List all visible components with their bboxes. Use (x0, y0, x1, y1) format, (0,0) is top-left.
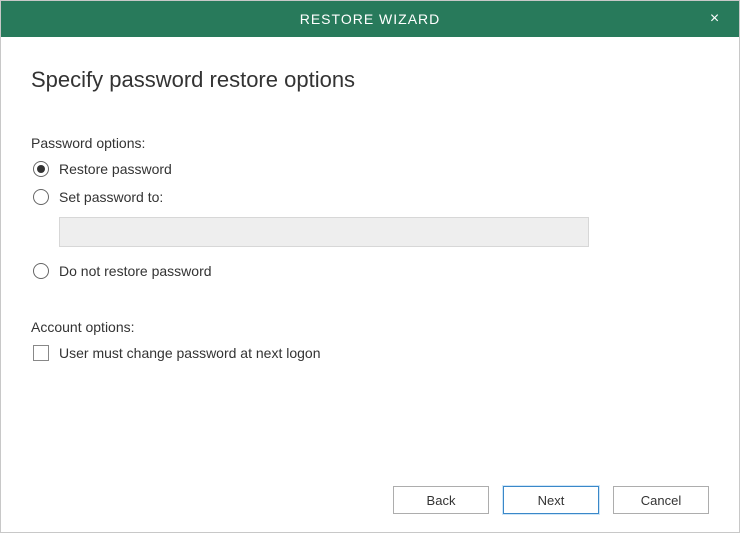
radio-set-password-to[interactable]: Set password to: (31, 189, 709, 205)
close-button[interactable]: × (691, 1, 739, 37)
account-options-section: Account options: User must change passwo… (31, 319, 709, 361)
set-password-input[interactable] (59, 217, 589, 247)
radio-label: Set password to: (59, 189, 163, 205)
radio-do-not-restore-password[interactable]: Do not restore password (31, 263, 709, 279)
radio-restore-password[interactable]: Restore password (31, 161, 709, 177)
radio-icon (33, 263, 49, 279)
checkbox-user-must-change-password[interactable]: User must change password at next logon (31, 345, 709, 361)
radio-label: Do not restore password (59, 263, 212, 279)
footer: Back Next Cancel (1, 474, 739, 532)
page-heading: Specify password restore options (31, 67, 709, 93)
restore-wizard-dialog: RESTORE WIZARD × Specify password restor… (0, 0, 740, 533)
radio-icon (33, 189, 49, 205)
cancel-button[interactable]: Cancel (613, 486, 709, 514)
close-icon: × (710, 10, 720, 28)
password-options-label: Password options: (31, 135, 709, 151)
titlebar: RESTORE WIZARD × (1, 1, 739, 37)
content-area: Specify password restore options Passwor… (1, 37, 739, 474)
window-title: RESTORE WIZARD (300, 11, 441, 27)
radio-icon (33, 161, 49, 177)
account-options-label: Account options: (31, 319, 709, 335)
checkbox-label: User must change password at next logon (59, 345, 320, 361)
next-button[interactable]: Next (503, 486, 599, 514)
back-button[interactable]: Back (393, 486, 489, 514)
radio-label: Restore password (59, 161, 172, 177)
checkbox-icon (33, 345, 49, 361)
